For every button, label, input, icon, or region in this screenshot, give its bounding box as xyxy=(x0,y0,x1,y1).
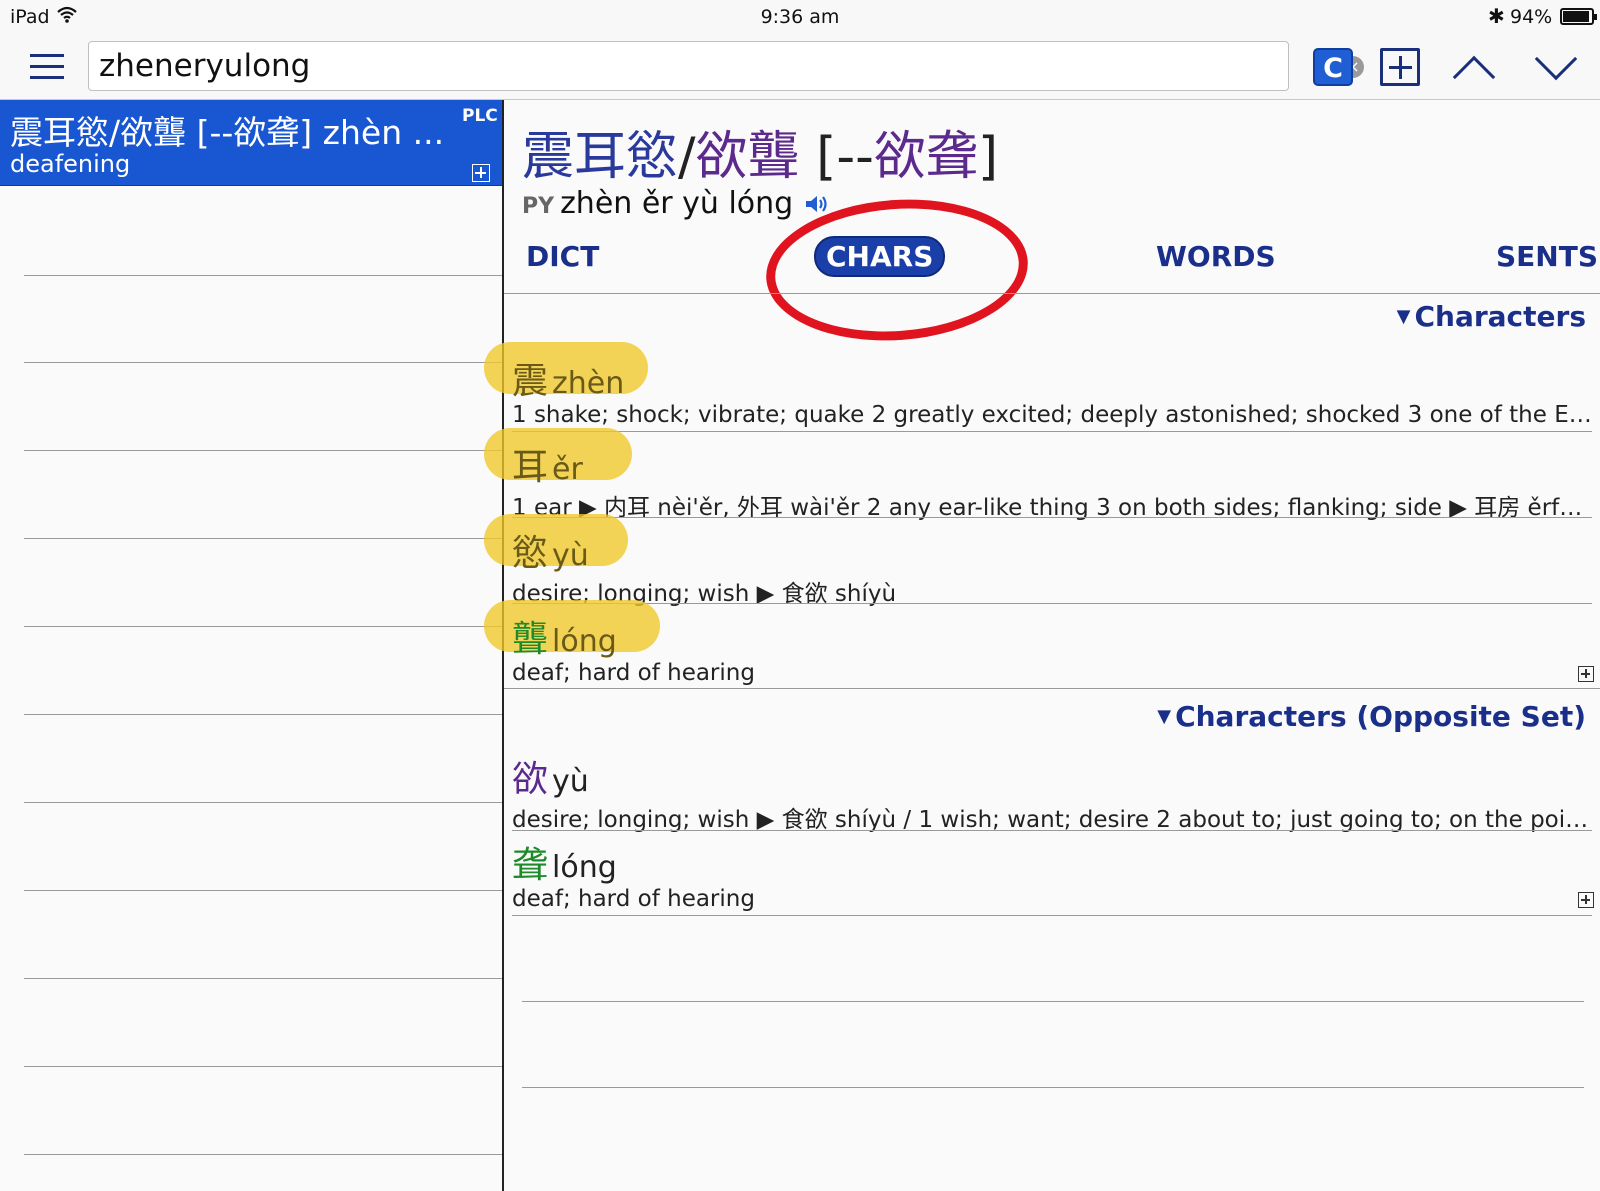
list-separator xyxy=(24,450,502,451)
tab-bar: DICT CHARS WORDS SENTS xyxy=(522,236,1598,277)
char-pinyin: ěr xyxy=(552,452,583,487)
entry-separator xyxy=(512,431,1592,432)
clipboard-c-button[interactable]: C xyxy=(1313,48,1353,86)
char-glyph: 慾 xyxy=(512,533,549,574)
add-icon[interactable] xyxy=(1578,892,1594,908)
battery-fill xyxy=(1563,11,1590,22)
list-separator xyxy=(24,978,502,979)
section-title: Characters (Opposite Set) xyxy=(1175,700,1586,733)
entry-separator xyxy=(512,517,1592,518)
tab-chars[interactable]: CHARS xyxy=(814,236,946,277)
headword-part: 震耳慾 xyxy=(522,127,679,187)
list-separator xyxy=(24,626,502,627)
char-pinyin: lóng xyxy=(552,850,617,885)
clock: 9:36 am xyxy=(760,6,840,28)
status-bar: iPad 9:36 am ✱ 94% xyxy=(0,0,1600,34)
result-headword: 震耳慾/欲聾 [--欲聋] zhèn ... xyxy=(10,113,445,152)
list-separator xyxy=(24,890,502,891)
pinyin-text: zhèn ěr yù lóng xyxy=(560,186,794,221)
entry-separator xyxy=(512,915,1592,916)
char-entry[interactable]: 聋 lóng deaf; hard of hearing xyxy=(512,836,1592,912)
char-pinyin: yù xyxy=(552,538,589,573)
section-title: Characters xyxy=(1414,300,1586,333)
entry-separator xyxy=(522,1087,1584,1088)
char-pinyin: yù xyxy=(552,764,589,799)
entry-headword: 震耳慾/欲聾 [--欲聋] xyxy=(522,114,998,189)
headword-part: 欲聋 xyxy=(873,127,978,187)
list-separator xyxy=(24,802,502,803)
list-separator xyxy=(24,362,502,363)
headword-part: / xyxy=(678,127,696,187)
char-entry[interactable]: 欲 yù desire; longing; wish ▶ 食欲 shíyù / 1… xyxy=(512,750,1592,834)
char-pinyin: zhèn xyxy=(552,366,625,401)
characters-section-header[interactable]: ▼ Characters xyxy=(1397,300,1586,333)
add-icon[interactable] xyxy=(472,164,490,182)
list-separator xyxy=(24,714,502,715)
search-input[interactable] xyxy=(99,46,1219,86)
result-tag: PLC xyxy=(462,106,498,126)
pinyin-label: PY xyxy=(522,194,555,219)
chevron-down-icon[interactable] xyxy=(1534,37,1578,81)
char-glyph: 聋 xyxy=(512,845,549,886)
list-separator xyxy=(24,1154,502,1155)
char-definition: desire; longing; wish ▶ 食欲 shíyù / 1 wis… xyxy=(512,807,1592,833)
chevron-up-icon[interactable] xyxy=(1452,55,1496,99)
list-separator xyxy=(24,275,502,276)
disclosure-triangle-icon: ▼ xyxy=(1396,306,1411,327)
tab-dict[interactable]: DICT xyxy=(526,240,599,273)
headword-part: ] xyxy=(977,127,999,187)
results-list: 震耳慾/欲聾 [--欲聋] zhèn ... PLC deafening xyxy=(0,100,502,1191)
entry-separator xyxy=(512,603,1592,604)
char-definition: deaf; hard of hearing xyxy=(512,660,755,686)
tab-divider xyxy=(504,293,1600,294)
char-glyph: 欲 xyxy=(512,759,549,800)
char-definition: deaf; hard of hearing xyxy=(512,886,755,912)
battery-percent: 94% xyxy=(1510,6,1553,28)
opposite-section-header[interactable]: ▼ Characters (Opposite Set) xyxy=(1157,700,1586,733)
char-definition: 1 shake; shock; vibrate; quake 2 greatly… xyxy=(512,402,1592,428)
headword-part: 欲聾 xyxy=(695,127,800,187)
headword-part: [-- xyxy=(799,127,874,187)
char-entry[interactable]: 耳 ěr 1 ear ▶ 内耳 nèi'ěr, 外耳 wài'ěr 2 any e… xyxy=(484,428,1592,522)
section-divider xyxy=(504,688,1600,689)
tab-sents[interactable]: SENTS xyxy=(1496,240,1598,273)
list-separator xyxy=(24,538,502,539)
disclosure-triangle-icon: ▼ xyxy=(1157,706,1172,727)
char-glyph: 聾 xyxy=(512,619,549,660)
char-entry[interactable]: 聾 lóng deaf; hard of hearing xyxy=(484,600,1592,686)
bluetooth-icon: ✱ xyxy=(1488,4,1505,28)
char-glyph: 震 xyxy=(512,361,549,402)
char-glyph: 耳 xyxy=(512,447,549,488)
add-icon[interactable] xyxy=(1578,666,1594,682)
battery-icon xyxy=(1560,8,1597,25)
char-entry[interactable]: 震 zhèn 1 shake; shock; vibrate; quake 2 g… xyxy=(484,342,1592,428)
char-pinyin: lóng xyxy=(552,624,617,659)
entry-detail: 震耳慾/欲聾 [--欲聋] PY zhèn ěr yù lóng DICT CHA… xyxy=(484,100,1600,1191)
list-item-selected[interactable]: 震耳慾/欲聾 [--欲聋] zhèn ... PLC deafening xyxy=(0,100,502,186)
speaker-icon[interactable] xyxy=(804,193,832,215)
list-separator xyxy=(24,1066,502,1067)
entry-separator xyxy=(522,1001,1584,1002)
add-flashcard-button[interactable] xyxy=(1380,48,1420,86)
tab-words[interactable]: WORDS xyxy=(1156,240,1276,273)
result-gloss: deafening xyxy=(10,150,131,178)
search-bar: × xyxy=(88,41,1364,91)
pinyin-row: PY zhèn ěr yù lóng xyxy=(522,186,832,221)
char-entry[interactable]: 慾 yù desire; longing; wish ▶ 食欲 shíyù xyxy=(484,514,1592,608)
entry-separator xyxy=(512,830,1592,831)
menu-icon[interactable] xyxy=(30,54,64,80)
